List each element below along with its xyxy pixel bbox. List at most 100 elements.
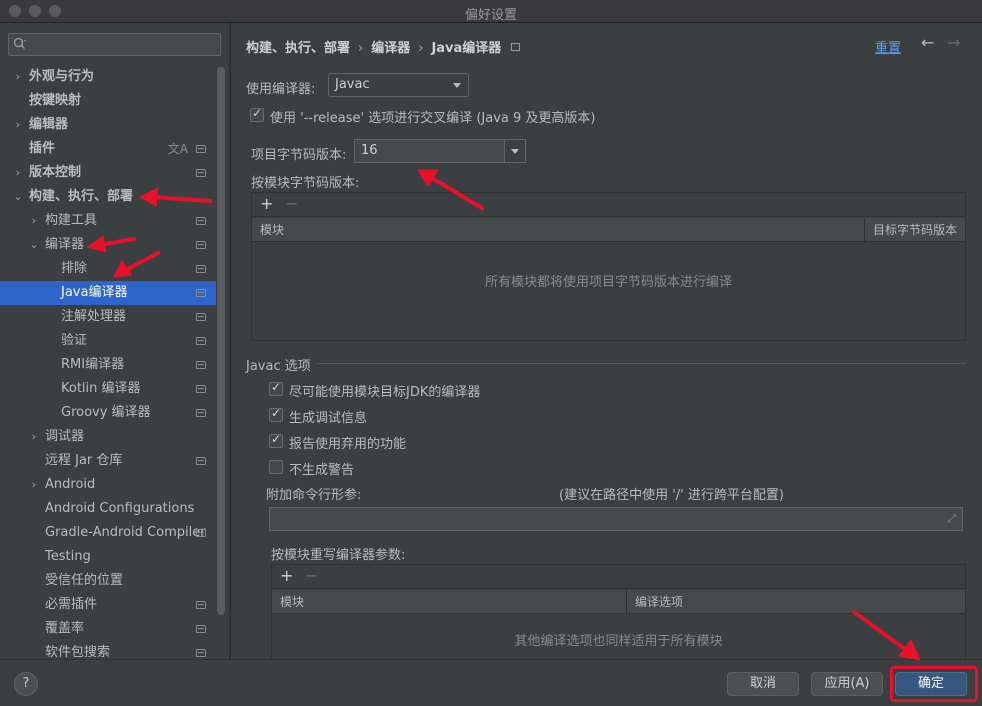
sidebar-item-label: Kotlin 编译器 [61,381,141,396]
apply-button[interactable]: 应用(A) [811,672,883,696]
project-scope-icon [196,265,206,273]
search-icon [13,37,26,49]
module-table-header: 模块 目标字节码版本 [252,218,965,242]
column-module[interactable]: 模块 [252,218,864,242]
translate-icon: 文A [167,142,188,156]
javac-option-label: 不生成警告 [289,463,355,478]
sidebar-item-label: Groovy 编译器 [61,405,151,420]
sidebar-item-label: 外观与行为 [29,69,95,84]
help-button[interactable]: ? [14,672,38,696]
sidebar-item[interactable]: RMI编译器 [0,353,216,377]
project-scope-icon [196,361,206,369]
sidebar-item[interactable]: Android Configurations [0,497,216,521]
sidebar-item[interactable]: Groovy 编译器 [0,401,216,425]
sidebar-item[interactable]: 验证 [0,329,216,353]
crumb-compiler[interactable]: 编译器 [371,41,410,56]
release-checkbox[interactable] [250,106,264,122]
crumb-build[interactable]: 构建、执行、部署 [246,41,350,56]
sidebar-item[interactable]: 按键映射 [0,89,216,113]
project-scope-icon [511,43,521,51]
window-title: 偏好设置 [464,8,517,23]
compiler-select[interactable]: Javac [328,73,469,97]
sidebar-item[interactable]: › 外观与行为 [0,65,216,89]
chevron-right-icon[interactable]: › [28,425,40,449]
sidebar-item-label: Testing [45,549,91,564]
sidebar-item-label: 调试器 [45,429,85,444]
sidebar-item-label: 编译器 [45,237,85,252]
sidebar-item-label: 构建、执行、部署 [29,189,134,204]
chevron-right-icon[interactable]: › [12,65,24,89]
extra-params-label: 附加命令行形参: [266,488,362,503]
column-target-bytecode[interactable]: 目标字节码版本 [864,218,965,242]
module-bytecode-table: + − 模块 目标字节码版本 所有模块都将使用项目字节码版本进行编译 [251,192,966,341]
javac-option-label: 生成调试信息 [289,411,368,426]
dialog-footer: ? 取消 应用(A) 确定 [0,659,982,706]
javac-option-checkbox[interactable] [269,432,283,448]
reset-link[interactable]: 重置 [875,37,901,56]
sidebar-item[interactable]: 注解处理器 [0,305,216,329]
sidebar-scrollbar[interactable] [217,67,225,615]
sidebar: › 外观与行为 按键映射 › 编辑器 插件 文A › 版本控制 ⌄ 构建、执行、部署 › 构建工具 ⌄ 编译… [0,23,230,660]
project-scope-icon [196,145,206,153]
javac-option-label: 尽可能使用模块目标JDK的编译器 [289,385,481,400]
chevron-down-icon[interactable]: ⌄ [12,185,24,209]
main-panel: 构建、执行、部署 › 编译器 › Java编译器 重置 ← → 使用编译器: Javac… [231,23,982,659]
project-bytecode-label: 项目字节码版本: [251,148,347,163]
sidebar-item[interactable]: 排除 [0,257,216,281]
sidebar-item[interactable]: 覆盖率 [0,617,216,641]
back-arrow-icon[interactable]: ← [921,33,934,52]
project-scope-icon [196,529,206,537]
sidebar-item[interactable]: › 版本控制 [0,161,216,185]
project-scope-icon [196,601,206,609]
sidebar-item-label: 构建工具 [45,213,98,228]
chevron-right-icon[interactable]: › [12,113,24,137]
sidebar-item[interactable]: 必需插件 [0,593,216,617]
project-bytecode-dropdown[interactable] [504,139,526,163]
javac-option-checkbox[interactable] [269,406,283,422]
sidebar-item[interactable]: Gradle-Android Compiler [0,521,216,545]
sidebar-item[interactable]: 受信任的位置 [0,569,216,593]
sidebar-item[interactable]: › 构建工具 [0,209,216,233]
sidebar-item[interactable]: › 调试器 [0,425,216,449]
add-module-button[interactable]: + [260,194,273,213]
sidebar-item-label: RMI编译器 [61,357,125,372]
chevron-down-icon [453,83,461,88]
sidebar-item[interactable]: › Android [0,473,216,497]
extra-params-hint: (建议在路径中使用 '/' 进行跨平台配置) [559,488,784,503]
chevron-right-icon[interactable]: › [28,209,40,233]
sidebar-item[interactable]: › 编辑器 [0,113,216,137]
column-compile-options[interactable]: 编译选项 [626,590,965,614]
project-scope-icon [196,409,206,417]
sidebar-item[interactable]: Kotlin 编译器 [0,377,216,401]
expand-icon[interactable]: ⤢ [947,512,956,526]
remove-override-button[interactable]: − [305,566,318,585]
sidebar-item[interactable]: 远程 Jar 仓库 [0,449,216,473]
chevron-right-icon[interactable]: › [28,473,40,497]
forward-arrow-icon[interactable]: → [947,33,960,52]
sidebar-item-label: 远程 Jar 仓库 [45,453,123,468]
sidebar-item-label: 验证 [61,333,88,348]
extra-params-input[interactable]: ⤢ [269,507,963,531]
ok-highlight-box [890,666,978,702]
chevron-right-icon[interactable]: › [12,161,24,185]
javac-option-checkbox[interactable] [269,380,283,396]
sidebar-item-label: 编辑器 [29,117,69,132]
add-override-button[interactable]: + [280,566,293,585]
sidebar-item[interactable]: ⌄ 编译器 [0,233,216,257]
sidebar-item[interactable]: Java编译器 [0,281,216,305]
chevron-down-icon[interactable]: ⌄ [28,233,40,257]
override-table-empty-text: 其他编译选项也同样适用于所有模块 [514,634,723,649]
search-input[interactable] [8,33,221,56]
use-compiler-label: 使用编译器: [246,82,316,97]
sidebar-item[interactable]: Testing [0,545,216,569]
project-bytecode-field[interactable]: 16 [354,139,505,163]
project-scope-icon [196,217,206,225]
crumb-java-compiler: Java编译器 [431,41,502,56]
sidebar-item[interactable]: ⌄ 构建、执行、部署 [0,185,216,209]
javac-option-checkbox[interactable] [269,460,283,474]
sidebar-item-label: 版本控制 [29,165,82,180]
sidebar-item[interactable]: 插件 文A [0,137,216,161]
remove-module-button[interactable]: − [285,194,298,213]
cancel-button[interactable]: 取消 [727,672,799,696]
column-module[interactable]: 模块 [272,590,626,614]
